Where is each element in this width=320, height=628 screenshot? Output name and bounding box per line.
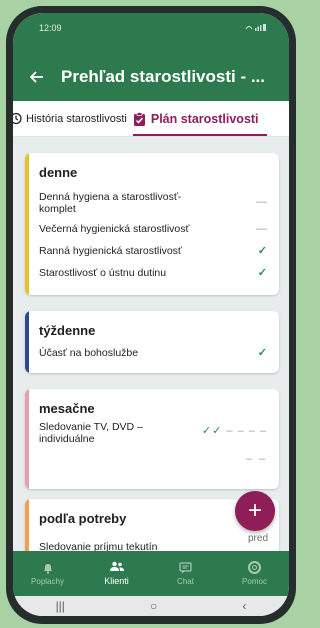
- nav-item-alarms[interactable]: Poplachy: [13, 551, 82, 596]
- care-item[interactable]: Sledovanie TV, DVD – individuálne ✓✓ – –…: [39, 421, 269, 471]
- bell-icon: [43, 563, 52, 574]
- recent-apps-button[interactable]: |||: [56, 599, 65, 613]
- app-bar: Prehľad starostlivosti - ...: [13, 53, 289, 101]
- section-card-monthly: mesačne Sledovanie TV, DVD – individuáln…: [25, 389, 279, 489]
- bottom-nav: Poplachy Klienti Chat Pomoc: [13, 551, 289, 596]
- section-title: denne: [39, 165, 78, 180]
- care-item-label: Sledovanie príjmu tekutín: [39, 541, 158, 551]
- section-card-weekly: týždenne Účasť na bohoslužbe ✓: [25, 311, 279, 373]
- status-marks: ✓✓ – – – –: [202, 425, 267, 437]
- status-bar: 12:09: [13, 13, 289, 53]
- arrow-back-icon: [30, 71, 43, 83]
- section-stripe: [25, 389, 29, 489]
- care-item[interactable]: Ranná hygienická starostlivosť ✓: [39, 245, 269, 257]
- tab-history[interactable]: História starostlivosti: [13, 101, 127, 136]
- dash-icon: – –: [245, 453, 267, 465]
- phone-frame: 12:09 Prehľad starostlivosti - ... Histó…: [6, 6, 296, 624]
- people-icon: [109, 561, 124, 571]
- tab-history-label: História starostlivosti: [26, 112, 127, 125]
- care-item[interactable]: Večerná hygienická starostlivosť —: [39, 223, 269, 235]
- clipboard-check-icon: [133, 111, 145, 126]
- nav-label: Chat: [177, 576, 194, 586]
- section-title: podľa potreby: [39, 511, 127, 526]
- care-item-label: Účasť na bohoslužbe: [39, 347, 139, 359]
- lifebuoy-icon: [248, 561, 261, 574]
- dash-icon: —: [256, 223, 267, 235]
- home-button[interactable]: ○: [150, 599, 157, 613]
- add-button[interactable]: +: [235, 491, 275, 531]
- nav-label: Poplachy: [31, 576, 64, 586]
- check-icon: ✓: [257, 267, 267, 279]
- care-item[interactable]: Starostlivosť o ústnu dutinu ✓: [39, 267, 269, 279]
- page-title: Prehľad starostlivosti - ...: [61, 67, 265, 86]
- section-title: týždenne: [39, 323, 96, 338]
- section-stripe: [25, 311, 29, 373]
- care-item-label: Ranná hygienická starostlivosť: [39, 245, 182, 257]
- nav-item-clients[interactable]: Klienti: [82, 551, 151, 596]
- check-icon: ✓: [257, 245, 267, 257]
- nav-item-chat[interactable]: Chat: [151, 551, 220, 596]
- check-icon: ✓: [257, 347, 267, 359]
- dash-icon: – – – –: [226, 425, 267, 437]
- history-icon: [13, 112, 22, 125]
- system-back-button[interactable]: ‹: [242, 599, 246, 613]
- tab-care-plan-label: Plán starostlivosti: [150, 111, 259, 126]
- nav-label: Klienti: [104, 576, 129, 586]
- care-item-label: Večerná hygienická starostlivosť: [39, 223, 190, 235]
- care-item[interactable]: Sledovanie príjmu tekutín: [39, 541, 269, 551]
- screen: 12:09 Prehľad starostlivosti - ... Histó…: [13, 13, 289, 616]
- chat-icon: [179, 561, 192, 573]
- system-nav-bar: ||| ○ ‹: [13, 596, 289, 616]
- nav-label: Pomoc: [242, 577, 267, 586]
- section-title: mesačne: [39, 401, 95, 416]
- status-time: 12:09: [39, 23, 62, 33]
- fab-label: pred: [248, 533, 269, 544]
- care-item-label: Starostlivosť o ústnu dutinu: [39, 267, 167, 279]
- tab-care-plan[interactable]: Plán starostlivosti: [132, 101, 267, 136]
- tab-bar: História starostlivosti Plán starostlivo…: [13, 101, 289, 137]
- section-card-daily: denne Denná hygiena a starostlivosť-komp…: [25, 153, 279, 295]
- care-item-label: Denná hygiena a starostlivosť-komplet: [39, 191, 182, 215]
- dash-icon: —: [256, 196, 267, 208]
- care-item-label: Sledovanie TV, DVD – individuálne: [39, 421, 143, 445]
- signal-icon: [245, 23, 267, 33]
- section-stripe: [25, 499, 29, 551]
- nav-item-help[interactable]: Pomoc: [220, 551, 289, 596]
- back-button[interactable]: [13, 71, 61, 83]
- care-plan-list: denne Denná hygiena a starostlivosť-komp…: [13, 138, 289, 551]
- check-icon: ✓✓: [201, 425, 223, 437]
- care-item[interactable]: Účasť na bohoslužbe ✓: [39, 347, 269, 359]
- care-item[interactable]: Denná hygiena a starostlivosť-komplet —: [39, 191, 269, 215]
- section-stripe: [25, 153, 29, 295]
